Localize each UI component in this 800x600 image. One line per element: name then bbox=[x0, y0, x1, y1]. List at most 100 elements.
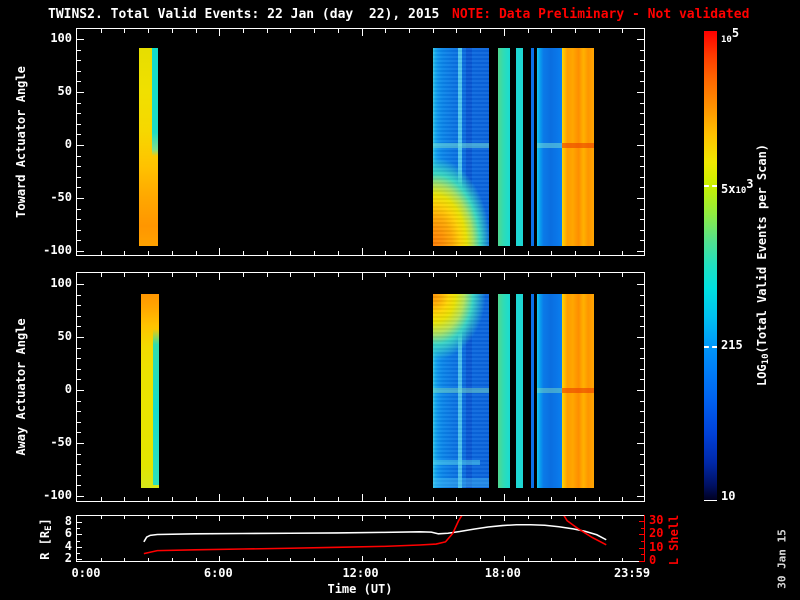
axis-tick bbox=[77, 70, 81, 72]
axis-tick bbox=[219, 248, 221, 255]
axis-tick bbox=[598, 497, 600, 501]
axis-tick bbox=[503, 516, 505, 521]
axis-tick bbox=[77, 219, 81, 221]
axis-tick bbox=[640, 166, 644, 168]
axis-tick bbox=[637, 198, 644, 199]
axis-tick bbox=[640, 294, 644, 296]
axis-tick bbox=[266, 251, 268, 255]
axis-tick bbox=[551, 516, 553, 519]
axis-tick bbox=[124, 29, 126, 33]
axis-tick bbox=[574, 251, 576, 255]
axis-tick bbox=[640, 219, 644, 221]
axis-tick bbox=[637, 39, 644, 40]
axis-tick bbox=[640, 123, 644, 125]
axis-tick bbox=[637, 337, 644, 338]
axis-tick bbox=[622, 558, 624, 561]
axis-tick bbox=[314, 497, 316, 501]
axis-tick bbox=[290, 29, 292, 33]
axis-tick bbox=[432, 558, 434, 561]
axis-tick bbox=[456, 497, 458, 501]
axis-tick bbox=[640, 70, 644, 72]
y-axis-tick-label: 0 bbox=[64, 382, 72, 396]
axis-tick bbox=[77, 123, 81, 125]
y-axis-tick-label: 50 bbox=[57, 84, 72, 98]
lshell-axis-title: L Shell bbox=[667, 514, 681, 566]
axis-tick bbox=[77, 113, 81, 115]
axis-tick bbox=[622, 516, 624, 519]
axis-tick bbox=[574, 516, 576, 519]
axis-tick bbox=[551, 558, 553, 561]
axis-tick bbox=[124, 273, 126, 277]
axis-tick bbox=[219, 494, 221, 501]
axis-tick bbox=[637, 284, 644, 285]
axis-tick bbox=[640, 49, 644, 51]
axis-tick bbox=[551, 251, 553, 255]
preliminary-data-note: NOTE: Data Preliminary - Not validated bbox=[452, 7, 750, 22]
axis-tick bbox=[171, 516, 173, 519]
axis-tick bbox=[640, 305, 644, 307]
axis-tick bbox=[148, 29, 150, 33]
axis-tick bbox=[124, 251, 126, 255]
axis-tick bbox=[408, 29, 410, 33]
axis-tick bbox=[77, 496, 84, 497]
axis-tick bbox=[385, 273, 387, 277]
axis-tick bbox=[640, 358, 644, 360]
axis-tick bbox=[148, 516, 150, 519]
axis-tick bbox=[361, 29, 363, 36]
axis-tick bbox=[551, 29, 553, 33]
y-axis-tick-label: 50 bbox=[57, 329, 72, 343]
axis-tick bbox=[77, 251, 84, 252]
axis-tick bbox=[171, 497, 173, 501]
axis-tick bbox=[243, 29, 244, 33]
axis-tick bbox=[637, 145, 644, 146]
x-axis-tick-label: 0:00 bbox=[71, 566, 101, 580]
toward-spectrogram-panel bbox=[76, 28, 645, 256]
x-axis-tick-label: 18:00 bbox=[484, 566, 521, 580]
colorbar-tick-dash bbox=[704, 184, 717, 187]
axis-tick bbox=[456, 516, 458, 519]
colorbar-tick-label: 10 bbox=[721, 489, 736, 503]
axis-tick bbox=[77, 208, 81, 210]
axis-tick bbox=[77, 411, 81, 413]
axis-tick bbox=[77, 453, 81, 455]
axis-tick bbox=[408, 273, 410, 277]
axis-tick bbox=[77, 534, 82, 536]
axis-tick bbox=[432, 29, 434, 33]
axis-tick bbox=[77, 102, 81, 104]
axis-tick bbox=[551, 497, 553, 501]
axis-tick bbox=[124, 558, 126, 561]
axis-tick bbox=[503, 273, 505, 280]
axis-tick bbox=[77, 49, 81, 51]
axis-tick bbox=[385, 29, 387, 33]
axis-tick bbox=[100, 29, 102, 33]
axis-tick bbox=[77, 240, 81, 242]
axis-tick bbox=[77, 421, 81, 423]
axis-tick bbox=[243, 516, 244, 519]
axis-tick bbox=[574, 558, 576, 561]
axis-tick bbox=[77, 552, 80, 554]
axis-tick bbox=[385, 497, 387, 501]
axis-tick bbox=[77, 198, 84, 199]
axis-tick bbox=[266, 516, 268, 519]
axis-tick bbox=[551, 273, 553, 277]
toward-axis-ticks bbox=[77, 29, 644, 255]
axis-tick bbox=[77, 60, 81, 62]
axis-tick bbox=[77, 464, 81, 466]
twins-spectrogram-screen: TWINS2. Total Valid Events: 22 Jan (day … bbox=[0, 0, 800, 600]
away-axis-ticks bbox=[77, 273, 644, 501]
axis-tick bbox=[77, 134, 81, 136]
axis-tick bbox=[432, 497, 434, 501]
axis-tick bbox=[640, 240, 644, 242]
y-axis-tick-label: 0 bbox=[64, 137, 72, 151]
axis-tick bbox=[480, 273, 481, 277]
axis-tick bbox=[456, 558, 458, 561]
y-axis-tick-label: 100 bbox=[50, 31, 72, 45]
axis-tick bbox=[640, 421, 644, 423]
axis-tick bbox=[314, 516, 316, 519]
axis-tick bbox=[148, 273, 150, 277]
axis-tick bbox=[266, 273, 268, 277]
axis-tick bbox=[640, 229, 644, 231]
axis-tick bbox=[598, 273, 600, 277]
axis-tick bbox=[598, 516, 600, 519]
colorbar-tick-dash bbox=[704, 346, 717, 349]
